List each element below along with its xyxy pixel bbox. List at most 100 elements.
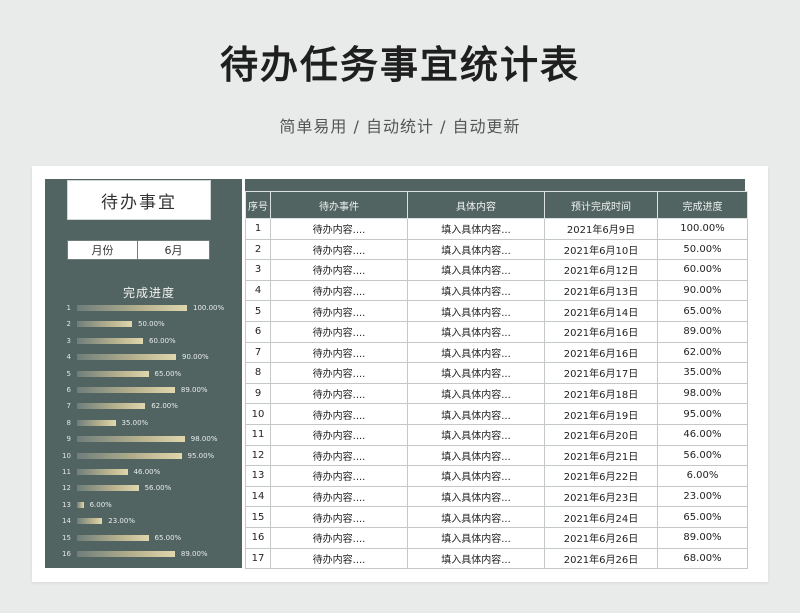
row-index[interactable]: 1 xyxy=(245,218,271,240)
row-index[interactable]: 17 xyxy=(245,547,271,570)
progress-bar xyxy=(77,403,146,410)
task-cell[interactable]: 待办内容.... xyxy=(270,259,408,281)
task-cell[interactable]: 待办内容.... xyxy=(270,238,408,261)
progress-cell[interactable]: 65.00% xyxy=(657,300,748,322)
content-cell[interactable]: 填入具体内容... xyxy=(407,238,545,261)
row-index[interactable]: 4 xyxy=(245,279,271,302)
progress-bar-category: 10 xyxy=(62,451,71,460)
task-cell[interactable]: 待办内容.... xyxy=(270,362,408,384)
progress-bar xyxy=(77,534,149,541)
progress-bar xyxy=(77,370,149,377)
progress-cell[interactable]: 46.00% xyxy=(657,423,748,446)
task-cell[interactable]: 待办内容.... xyxy=(270,382,408,405)
task-cell[interactable]: 待办内容.... xyxy=(270,423,408,446)
due-date-cell[interactable]: 2021年6月12日 xyxy=(544,259,658,281)
due-date-cell[interactable]: 2021年6月13日 xyxy=(544,279,658,302)
due-date-cell[interactable]: 2021年6月21日 xyxy=(544,444,658,467)
progress-bar-category: 3 xyxy=(66,336,71,345)
progress-cell[interactable]: 89.00% xyxy=(657,526,748,549)
progress-cell[interactable]: 6.00% xyxy=(657,465,748,487)
due-date-cell[interactable]: 2021年6月19日 xyxy=(544,403,658,425)
row-index[interactable]: 11 xyxy=(245,423,271,446)
header-task: 待办事件 xyxy=(270,191,408,219)
due-date-cell[interactable]: 2021年6月10日 xyxy=(544,238,658,261)
progress-cell[interactable]: 95.00% xyxy=(657,403,748,425)
row-index[interactable]: 2 xyxy=(245,238,271,261)
progress-cell[interactable]: 65.00% xyxy=(657,506,748,528)
content-cell[interactable]: 填入具体内容... xyxy=(407,526,545,549)
progress-cell[interactable]: 56.00% xyxy=(657,444,748,467)
table-row: 10 待办内容.... 填入具体内容... 2021年6月19日 95.00% xyxy=(245,403,748,425)
row-index[interactable]: 15 xyxy=(245,506,271,528)
task-cell[interactable]: 待办内容.... xyxy=(270,218,408,240)
row-index[interactable]: 16 xyxy=(245,526,271,549)
task-cell[interactable]: 待办内容.... xyxy=(270,506,408,528)
content-cell[interactable]: 填入具体内容... xyxy=(407,341,545,364)
task-cell[interactable]: 待办内容.... xyxy=(270,526,408,549)
row-index[interactable]: 7 xyxy=(245,341,271,364)
due-date-cell[interactable]: 2021年6月14日 xyxy=(544,300,658,322)
row-index[interactable]: 6 xyxy=(245,320,271,343)
due-date-cell[interactable]: 2021年6月17日 xyxy=(544,362,658,384)
row-index[interactable]: 8 xyxy=(245,362,271,384)
progress-bar-value-label: 23.00% xyxy=(108,517,135,526)
progress-cell[interactable]: 23.00% xyxy=(657,485,748,508)
due-date-cell[interactable]: 2021年6月9日 xyxy=(544,218,658,240)
progress-cell[interactable]: 90.00% xyxy=(657,279,748,302)
progress-bar-category: 5 xyxy=(66,369,71,378)
content-cell[interactable]: 填入具体内容... xyxy=(407,362,545,384)
due-date-cell[interactable]: 2021年6月23日 xyxy=(544,485,658,508)
due-date-cell[interactable]: 2021年6月16日 xyxy=(544,320,658,343)
content-cell[interactable]: 填入具体内容... xyxy=(407,547,545,570)
due-date-cell[interactable]: 2021年6月26日 xyxy=(544,547,658,570)
task-cell[interactable]: 待办内容.... xyxy=(270,341,408,364)
task-cell[interactable]: 待办内容.... xyxy=(270,547,408,570)
content-cell[interactable]: 填入具体内容... xyxy=(407,423,545,446)
content-cell[interactable]: 填入具体内容... xyxy=(407,506,545,528)
task-cell[interactable]: 待办内容.... xyxy=(270,403,408,425)
content-cell[interactable]: 填入具体内容... xyxy=(407,403,545,425)
progress-cell[interactable]: 35.00% xyxy=(657,362,748,384)
due-date-cell[interactable]: 2021年6月16日 xyxy=(544,341,658,364)
due-date-cell[interactable]: 2021年6月18日 xyxy=(544,382,658,405)
task-cell[interactable]: 待办内容.... xyxy=(270,485,408,508)
due-date-cell[interactable]: 2021年6月24日 xyxy=(544,506,658,528)
row-index[interactable]: 3 xyxy=(245,259,271,281)
row-index[interactable]: 9 xyxy=(245,382,271,405)
due-date-cell[interactable]: 2021年6月20日 xyxy=(544,423,658,446)
task-cell[interactable]: 待办内容.... xyxy=(270,300,408,322)
task-cell[interactable]: 待办内容.... xyxy=(270,444,408,467)
content-cell[interactable]: 填入具体内容... xyxy=(407,465,545,487)
content-cell[interactable]: 填入具体内容... xyxy=(407,300,545,322)
progress-cell[interactable]: 89.00% xyxy=(657,320,748,343)
content-cell[interactable]: 填入具体内容... xyxy=(407,279,545,302)
progress-cell[interactable]: 50.00% xyxy=(657,238,748,261)
content-cell[interactable]: 填入具体内容... xyxy=(407,382,545,405)
progress-bar xyxy=(77,387,175,393)
progress-cell[interactable]: 100.00% xyxy=(657,218,748,240)
task-cell[interactable]: 待办内容.... xyxy=(270,320,408,343)
due-date-cell[interactable]: 2021年6月26日 xyxy=(544,526,658,549)
content-cell[interactable]: 填入具体内容... xyxy=(407,485,545,508)
header-due-date: 预计完成时间 xyxy=(544,191,658,219)
content-cell[interactable]: 填入具体内容... xyxy=(407,259,545,281)
due-date-cell[interactable]: 2021年6月22日 xyxy=(544,465,658,487)
task-cell[interactable]: 待办内容.... xyxy=(270,279,408,302)
month-value[interactable]: 6月 xyxy=(138,240,210,260)
progress-bar-value-label: 65.00% xyxy=(154,533,182,542)
content-cell[interactable]: 填入具体内容... xyxy=(407,444,545,467)
progress-bar-value-label: 35.00% xyxy=(121,418,149,427)
row-index[interactable]: 12 xyxy=(245,444,271,467)
row-index[interactable]: 10 xyxy=(245,403,271,425)
progress-cell[interactable]: 98.00% xyxy=(657,382,748,405)
progress-bar xyxy=(77,337,143,344)
row-index[interactable]: 13 xyxy=(245,465,271,487)
row-index[interactable]: 5 xyxy=(245,300,271,322)
row-index[interactable]: 14 xyxy=(245,485,271,508)
progress-cell[interactable]: 60.00% xyxy=(657,259,748,281)
content-cell[interactable]: 填入具体内容... xyxy=(407,218,545,240)
progress-cell[interactable]: 62.00% xyxy=(657,341,748,364)
progress-cell[interactable]: 68.00% xyxy=(657,547,748,570)
content-cell[interactable]: 填入具体内容... xyxy=(407,320,545,343)
task-cell[interactable]: 待办内容.... xyxy=(270,465,408,487)
